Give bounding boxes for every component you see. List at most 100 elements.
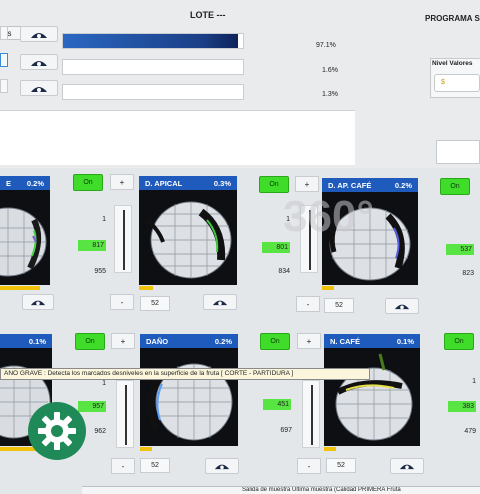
defect-tooltip: ANO GRAVE : Detecta los marcados desnive… [0,368,370,380]
card-title: E [6,178,12,188]
eye-icon [31,86,47,92]
fruit-sphere-icon [335,353,413,441]
current-value: 801 [262,242,290,253]
decrement-button[interactable]: - [110,294,134,310]
progress-value: 1.6% [322,67,338,74]
sample-count: 52 [140,296,170,311]
watermark-360: 360° [283,192,375,241]
min-value: 1 [472,378,476,385]
lote-title: LOTE --- [190,10,226,20]
settings-button[interactable] [28,402,86,460]
view-button[interactable] [385,298,419,314]
progress-bar [62,59,244,75]
on-toggle[interactable]: On [440,178,470,195]
min-value: 1 [102,216,106,223]
threshold-slider[interactable] [302,380,320,448]
status-indicator [322,286,334,290]
increment-button[interactable]: + [110,174,134,190]
sample-count: 52 [326,458,356,473]
nivel-input[interactable]: $ [434,74,480,92]
eye-icon [31,32,47,38]
programa-title: PROGRAMA S [425,14,480,23]
max-value: 823 [462,270,474,277]
card-percent: 0.2% [394,180,412,190]
card-header: E 0.2% [0,176,50,190]
decrement-button[interactable]: - [297,458,321,474]
on-toggle[interactable]: On [260,333,290,350]
max-value: 834 [278,268,290,275]
side-button[interactable] [436,140,480,164]
eye-icon [31,60,47,66]
status-indicator [140,447,152,451]
card-header: D. APICAL 0.3% [139,176,237,190]
content-area [0,110,355,165]
on-toggle[interactable]: On [73,174,103,191]
status-indicator [0,286,40,290]
nivel-label: Nivel Valores [432,60,473,67]
card-percent: 0.1% [396,336,414,346]
current-value: 383 [448,401,476,412]
sample-count: 52 [140,458,170,473]
eye-icon [214,464,230,470]
increment-button[interactable]: + [111,333,135,349]
view-button[interactable] [390,458,424,474]
on-toggle[interactable]: On [75,333,105,350]
fruit-image[interactable] [139,190,237,285]
on-toggle[interactable]: On [259,176,289,193]
status-bar: Salida de muestra Ultima muestra (Calida… [82,486,480,494]
row-select-button[interactable] [0,53,8,67]
progress-value: 97.1% [316,42,336,49]
view-button[interactable] [205,458,239,474]
fruit-sphere-icon [0,207,47,277]
card-percent: 0.2% [214,336,232,346]
eye-icon [399,464,415,470]
eye-icon [212,300,228,306]
fruit-sphere-icon [145,201,232,279]
current-value: 817 [78,240,106,251]
max-value: 479 [464,428,476,435]
current-value: 957 [78,401,106,412]
card-percent: 0.1% [28,336,46,346]
view-button[interactable] [20,80,58,96]
min-value: 1 [102,380,106,387]
threshold-slider[interactable] [114,205,132,273]
on-toggle[interactable]: On [444,333,474,350]
progress-bar [62,84,244,100]
current-value: 451 [263,399,291,410]
status-indicator [324,447,336,451]
max-value: 955 [94,268,106,275]
eye-icon [394,304,410,310]
progress-bar [62,33,244,49]
decrement-button[interactable]: - [296,296,320,312]
progress-fill [63,34,238,48]
card-title: DAÑO [146,336,169,346]
view-button[interactable] [22,294,54,310]
view-button[interactable] [203,294,237,310]
sample-count: 52 [324,298,354,313]
increment-button[interactable]: + [295,176,319,192]
max-value: 697 [280,427,292,434]
card-header: 0.1% [0,334,52,348]
row-select-button[interactable] [0,26,8,40]
card-title: D. APICAL [145,178,183,188]
card-header: N. CAFÉ 0.1% [324,334,420,348]
card-header: D. AP. CAFÉ 0.2% [322,178,418,192]
progress-value: 1.3% [322,91,338,98]
increment-button[interactable]: + [297,333,321,349]
card-title: D. AP. CAFÉ [328,180,372,190]
decrement-button[interactable]: - [111,458,135,474]
fruit-sphere-icon [147,363,233,441]
current-value: 537 [446,244,474,255]
threshold-slider[interactable] [116,380,134,448]
row-select-button[interactable] [0,79,8,93]
view-button[interactable] [20,26,58,42]
card-percent: 0.2% [26,178,44,188]
status-indicator [139,286,153,290]
card-percent: 0.3% [213,178,231,188]
gear-icon [38,412,76,450]
view-button[interactable] [20,54,58,70]
fruit-image[interactable] [0,190,50,285]
fruit-image[interactable] [324,348,420,446]
eye-icon [30,300,46,306]
fruit-image[interactable] [140,348,238,446]
